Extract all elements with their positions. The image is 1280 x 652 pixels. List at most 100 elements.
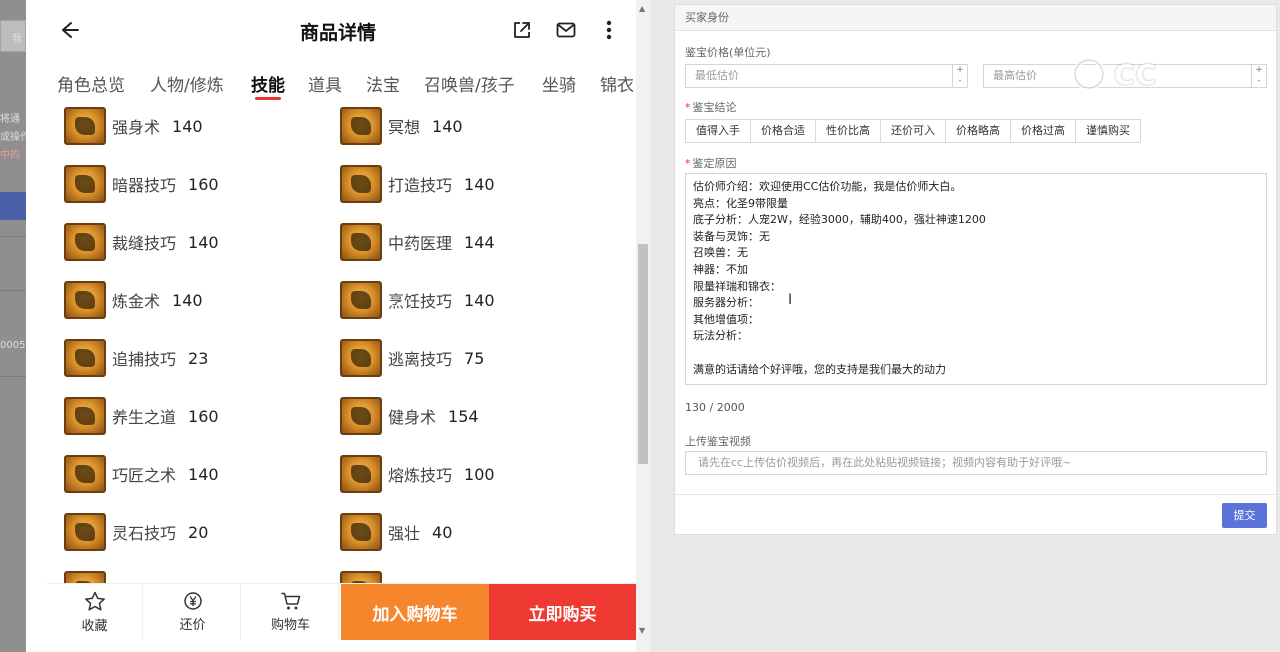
skill-item[interactable]: 暗器技巧 160 (64, 163, 219, 205)
reason-line: 估价师介绍：欢迎使用CC估价功能，我是估价师大白。 (693, 180, 962, 193)
share-icon[interactable] (509, 17, 535, 43)
reason-textarea[interactable]: 估价师介绍：欢迎使用CC估价功能，我是估价师大白。 亮点：化圣9带限量 底子分析… (685, 173, 1267, 385)
skill-name: 冥想 (388, 118, 421, 137)
scroll-down-icon[interactable]: ▼ (639, 626, 645, 635)
reason-line: 装备与灵饰：无 (693, 229, 770, 243)
skill-item[interactable]: 巧匠之术 140 (64, 453, 219, 495)
skill-level: 75 (464, 348, 485, 368)
skill-item[interactable]: 逃离技巧 75 (340, 337, 484, 379)
message-icon[interactable] (553, 17, 579, 43)
skill-icon (64, 397, 106, 435)
watermark-logo: CC (1070, 56, 1238, 92)
tab-items[interactable]: 道具 (308, 71, 342, 96)
min-price-stepper[interactable]: + - (952, 65, 967, 87)
skill-item[interactable]: 灵石技巧 20 (64, 511, 208, 553)
skill-name: 暗器技巧 (112, 176, 177, 195)
background-divider (0, 236, 26, 237)
reason-line: 神器：不加 (693, 262, 748, 276)
background-page: 我 将通 或操作 中的 00051 (0, 0, 26, 652)
bargain-button[interactable]: 还价 (145, 584, 241, 640)
background-divider (0, 290, 26, 291)
skill-level: 140 (172, 116, 203, 136)
cart-button[interactable]: 购物车 (243, 584, 339, 640)
skill-item[interactable]: 裁缝技巧 140 (64, 221, 219, 263)
tab-skills[interactable]: 技能 (251, 71, 285, 96)
tab-pets[interactable]: 召唤兽/孩子 (424, 71, 515, 96)
tab-outfits[interactable]: 锦衣 (600, 71, 634, 96)
scrollbar[interactable]: ▲ ▼ (636, 0, 650, 652)
form-divider (675, 494, 1276, 495)
skill-level: 140 (464, 174, 495, 194)
skill-name: 逃离技巧 (388, 350, 453, 369)
skill-level: 140 (172, 290, 203, 310)
conclusion-option[interactable]: 还价可入 (880, 119, 946, 143)
skill-name: 中药医理 (388, 234, 453, 253)
text-cursor-icon: I (788, 292, 793, 308)
reason-line: 限量祥瑞和锦衣： (693, 279, 781, 293)
skill-item[interactable]: 冥想 140 (340, 105, 463, 147)
conclusion-option[interactable]: 价格略高 (945, 119, 1011, 143)
add-to-cart-button[interactable]: 加入购物车 (341, 584, 489, 640)
min-price-input[interactable]: 最低估价 + - (685, 64, 968, 88)
video-link-input[interactable]: 请先在cc上传估价视频后，再在此处粘贴视频链接；视频内容有助于好评哦~ (685, 451, 1267, 475)
product-detail-panel: 商品详情 角色总览 人物/修炼 技能 道具 法宝 召唤兽/孩子 坐骑 锦衣 强身… (26, 0, 650, 652)
skill-level: 20 (188, 522, 209, 542)
skill-item[interactable]: 烹饪技巧 140 (340, 279, 495, 321)
skill-level: 144 (464, 232, 495, 252)
skill-name: 打造技巧 (388, 176, 453, 195)
scrollbar-thumb[interactable] (638, 244, 648, 464)
tab-mounts[interactable]: 坐骑 (542, 71, 576, 96)
conclusion-option[interactable]: 值得入手 (685, 119, 751, 143)
skill-level: 23 (188, 348, 209, 368)
skill-item[interactable]: 中药医理 144 (340, 221, 495, 263)
back-arrow-icon[interactable] (56, 17, 82, 43)
skill-icon (64, 455, 106, 493)
skill-name: 强身术 (112, 118, 161, 137)
tab-character[interactable]: 人物/修炼 (150, 71, 224, 96)
skill-item[interactable]: 养生之道 160 (64, 395, 219, 437)
skill-icon (64, 281, 106, 319)
reason-line: 亮点：化圣9带限量 (693, 196, 788, 210)
buy-now-button[interactable]: 立即购买 (489, 584, 636, 640)
submit-button[interactable]: 提交 (1222, 503, 1267, 528)
conclusion-option[interactable]: 谨慎购买 (1075, 119, 1141, 143)
skill-icon (340, 281, 382, 319)
background-text: 我 (12, 34, 22, 45)
max-price-stepper[interactable]: + - (1251, 65, 1266, 87)
background-text: 中的 (0, 150, 20, 161)
skill-item[interactable]: 健身术 154 (340, 395, 479, 437)
reason-line (693, 345, 1259, 362)
favorite-button[interactable]: 收藏 (47, 584, 143, 640)
scroll-up-icon[interactable]: ▲ (639, 4, 645, 13)
more-icon[interactable] (596, 17, 622, 43)
skill-item[interactable]: 强壮 40 (340, 511, 452, 553)
video-label: 上传鉴宝视频 (685, 435, 751, 448)
tab-treasure[interactable]: 法宝 (366, 71, 400, 96)
bottom-action-bar: 收藏 还价 购物车 加入购物车 立即购买 (47, 583, 636, 640)
conclusion-option[interactable]: 价格合适 (750, 119, 816, 143)
section-title: 买家身份 (675, 5, 1276, 31)
watermark-icon (1072, 57, 1106, 91)
header: 商品详情 (26, 0, 650, 62)
skill-item[interactable]: 打造技巧 140 (340, 163, 495, 205)
skill-item[interactable]: 强身术 140 (64, 105, 203, 147)
skill-name: 健身术 (388, 408, 437, 427)
skill-item[interactable]: 炼金术 140 (64, 279, 203, 321)
skill-item[interactable]: 追捕技巧 23 (64, 337, 208, 379)
reason-line: 玩法分析： (693, 329, 748, 343)
conclusion-option[interactable]: 价格过高 (1010, 119, 1076, 143)
skill-item[interactable] (340, 569, 388, 584)
max-price-placeholder: 最高估价 (993, 69, 1037, 82)
tab-overview[interactable]: 角色总览 (57, 71, 125, 96)
skill-icon (340, 513, 382, 551)
min-price-placeholder: 最低估价 (695, 69, 739, 82)
skill-icon (340, 223, 382, 261)
skill-level: 140 (432, 116, 463, 136)
skill-item[interactable]: 熔炼技巧 100 (340, 453, 495, 495)
price-label: 鉴宝价格(单位元) (685, 46, 771, 59)
favorite-label: 收藏 (81, 618, 108, 634)
skill-icon (340, 455, 382, 493)
skill-item[interactable] (64, 569, 112, 584)
background-text: 将通 (0, 114, 20, 125)
conclusion-option[interactable]: 性价比高 (815, 119, 881, 143)
